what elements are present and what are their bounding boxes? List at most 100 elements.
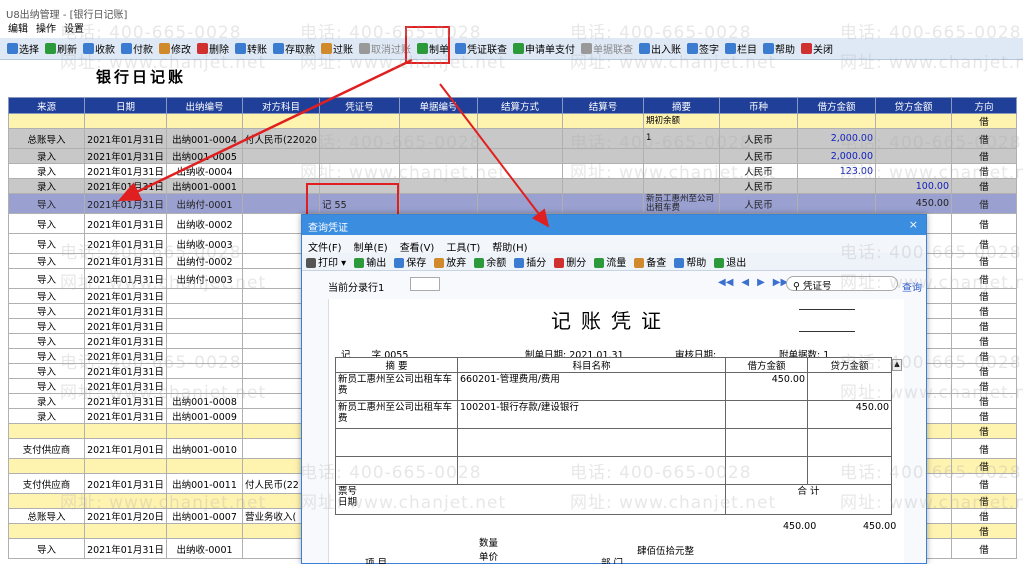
voucher-line[interactable] [335, 428, 892, 457]
dialog-title: 查询凭证 [308, 223, 348, 234]
voucher-cell-summary[interactable]: 新员工惠州至公司出租车车费 [335, 400, 458, 429]
table-row[interactable]: 录入 2021年01月31日 出纳收-0004 人民币 123.00 借 [8, 163, 1017, 179]
dialog-tool-button[interactable]: 流量 [594, 254, 626, 269]
column-header[interactable]: 借方金额 [797, 97, 876, 114]
toolbar-button-0[interactable]: 选择 [4, 40, 42, 58]
column-header[interactable]: 单据编号 [399, 97, 478, 114]
table-cell [166, 318, 243, 334]
voucher-cell-credit[interactable] [807, 428, 892, 457]
table-cell [8, 423, 85, 439]
table-cell: 借 [951, 538, 1017, 559]
toolbar-button-17[interactable]: 帮助 [760, 40, 798, 58]
toolbar-button-7[interactable]: 存取款 [270, 40, 318, 58]
column-header[interactable]: 币种 [719, 97, 798, 114]
table-cell [84, 493, 167, 509]
table-row[interactable]: 导入 2021年01月31日 出纳付-0001 记 55 新员工惠州至公司出租车费 人民币… [8, 193, 1017, 214]
table-row[interactable]: 总账导入 2021年01月31日 出纳001-0004 付人民币(22020 1 人民币 2… [8, 128, 1017, 149]
dialog-tool-button[interactable]: 备查 [634, 254, 666, 269]
voucher-line[interactable] [335, 456, 892, 485]
voucher-cell-account[interactable] [457, 456, 726, 485]
toolbar-button-15[interactable]: 签字 [684, 40, 722, 58]
toolbar-label: 付款 [133, 45, 153, 56]
column-header[interactable]: 摘要 [643, 97, 720, 114]
dialog-menu-item[interactable]: 工具(T) [446, 239, 480, 254]
prev-record-icon[interactable]: ◀ [741, 277, 749, 288]
insert-icon [514, 258, 525, 268]
current-entry-field[interactable] [410, 277, 440, 291]
table-row[interactable]: 录入 2021年01月31日 出纳001-0001 人民币 100.00 借 [8, 178, 1017, 194]
voucher-search-input[interactable]: ⚲ 凭证号 [786, 276, 898, 292]
dialog-menu-item[interactable]: 文件(F) [308, 239, 342, 254]
voucher-line[interactable]: 新员工惠州至公司出租车车费 100201-银行存款/建设银行 450.00 [335, 400, 892, 429]
table-row[interactable]: 录入 2021年01月31日 出纳001-0005 人民币 2,000.00 借 [8, 148, 1017, 164]
dialog-tool-button[interactable]: 退出 [714, 254, 746, 269]
column-header[interactable]: 结算方式 [477, 97, 563, 114]
toolbar-button-13[interactable]: 单据联查 [578, 40, 636, 58]
scroll-up-icon[interactable]: ▲ [892, 359, 902, 371]
column-header[interactable]: 对方科目 [242, 97, 320, 114]
toolbar-button-3[interactable]: 付款 [118, 40, 156, 58]
table-cell: 出纳收-0003 [166, 233, 243, 254]
voucher-cell-debit[interactable] [725, 456, 808, 485]
dialog-menu-item[interactable]: 查看(V) [400, 239, 435, 254]
voucher-cell-debit[interactable] [725, 400, 808, 429]
voucher-cell-account[interactable]: 660201-管理费用/费用 [457, 372, 726, 401]
table-cell: 2021年01月31日 [84, 213, 167, 234]
search-icon: ⚲ [793, 281, 800, 292]
toolbar-button-2[interactable]: 收款 [80, 40, 118, 58]
dialog-tool-button[interactable]: 余额 [474, 254, 506, 269]
dialog-tool-button[interactable]: 输出 [354, 254, 386, 269]
voucher-cell-credit[interactable] [807, 372, 892, 401]
dialog-tool-button[interactable]: 插分 [514, 254, 546, 269]
toolbar-button-14[interactable]: 出入账 [636, 40, 684, 58]
voucher-cell-credit[interactable]: 450.00 [807, 400, 892, 429]
voucher-cell-account[interactable]: 100201-银行存款/建设银行 [457, 400, 726, 429]
dialog-menu-item[interactable]: 制单(E) [354, 239, 388, 254]
query-button[interactable]: 查询 [902, 279, 922, 294]
dialog-tool-button[interactable]: 打印 ▾ [306, 254, 346, 269]
column-header[interactable]: 凭证号 [319, 97, 400, 114]
dialog-tool-button[interactable]: 放弃 [434, 254, 466, 269]
toolbar-button-6[interactable]: 转账 [232, 40, 270, 58]
toolbar-button-5[interactable]: 删除 [194, 40, 232, 58]
toolbar-button-8[interactable]: 过账 [318, 40, 356, 58]
voucher-cell-debit[interactable]: 450.00 [725, 372, 808, 401]
toolbar-button-11[interactable]: 凭证联查 [452, 40, 510, 58]
column-header[interactable]: 方向 [951, 97, 1017, 114]
dialog-tool-button[interactable]: 帮助 [674, 254, 706, 269]
column-header[interactable]: 贷方金额 [875, 97, 952, 114]
voucher-cell-summary[interactable] [335, 428, 458, 457]
voucher-cell-summary[interactable]: 新员工惠州至公司出租车车费 [335, 372, 458, 401]
toolbar-button-1[interactable]: 刷新 [42, 40, 80, 58]
column-header[interactable]: 日期 [84, 97, 167, 114]
column-header[interactable]: 结算号 [562, 97, 644, 114]
voucher-column-header: 贷方金额 [807, 357, 892, 373]
voucher-cell-debit[interactable] [725, 428, 808, 457]
table-cell: 2021年01月31日 [84, 148, 167, 164]
dialog-menu-item[interactable]: 帮助(H) [492, 239, 527, 254]
toolbar-button-4[interactable]: 修改 [156, 40, 194, 58]
voucher-cell-credit[interactable] [807, 456, 892, 485]
voucher-cell-summary[interactable] [335, 456, 458, 485]
voucher-line[interactable]: 新员工惠州至公司出租车车费 660201-管理费用/费用 450.00 [335, 372, 892, 401]
toolbar-button-18[interactable]: 关闭 [798, 40, 836, 58]
next-record-icon[interactable]: ▶ [757, 277, 765, 288]
dialog-tool-button[interactable]: 删分 [554, 254, 586, 269]
table-row[interactable]: 期初余额 借 [8, 113, 1017, 129]
toolbar-button-12[interactable]: 申请单支付 [510, 40, 578, 58]
menu-operate[interactable]: 操作 [36, 20, 56, 36]
divider [799, 331, 855, 332]
close-icon[interactable]: × [909, 218, 918, 231]
toolbar-button-16[interactable]: 栏目 [722, 40, 760, 58]
column-header[interactable]: 来源 [8, 97, 85, 114]
dialog-tool-button[interactable]: 保存 [394, 254, 426, 269]
voucher-cell-account[interactable] [457, 428, 726, 457]
menu-settings[interactable]: 设置 [64, 20, 84, 36]
table-cell: 出纳001-0004 [166, 128, 243, 149]
menu-edit[interactable]: 编辑 [8, 20, 28, 36]
exit-icon [714, 258, 725, 268]
first-record-icon[interactable]: ◀◀ [718, 277, 733, 288]
balance-icon [474, 258, 485, 268]
column-header[interactable]: 出纳编号 [166, 97, 243, 114]
toolbar-label: 过账 [333, 45, 353, 56]
